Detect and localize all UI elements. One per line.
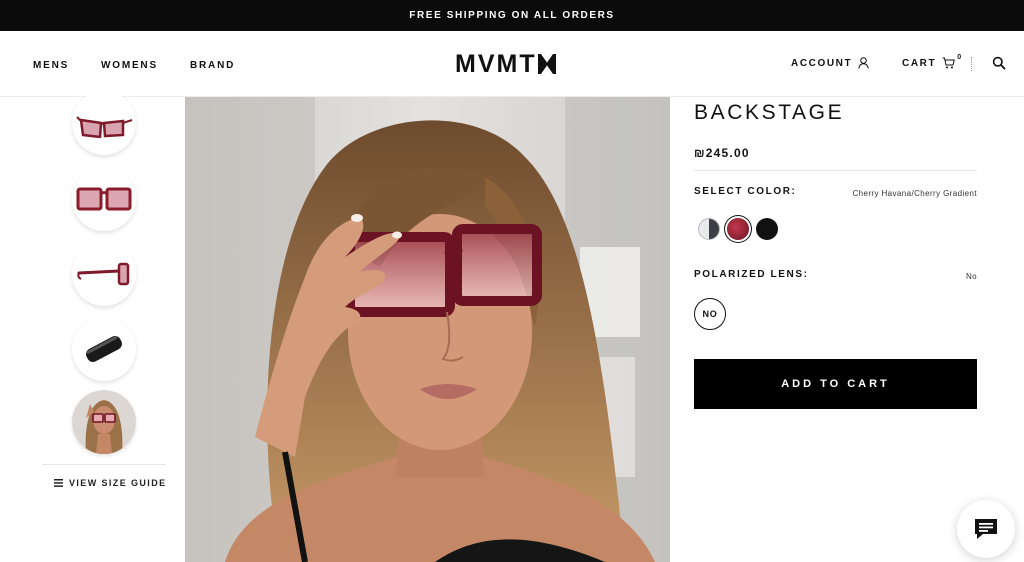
chat-icon (975, 519, 997, 539)
promo-bar: FREE SHIPPING ON ALL ORDERS (0, 0, 1024, 31)
cart-count-badge: 0 (957, 53, 963, 61)
site-logo[interactable]: MVMT (455, 49, 567, 78)
search-icon[interactable] (992, 56, 1006, 70)
thumbnail-model[interactable] (72, 390, 136, 454)
view-size-guide-link[interactable]: VIEW SIZE GUIDE (54, 478, 167, 488)
details-divider (694, 170, 977, 171)
thumbnail-side[interactable] (72, 242, 136, 306)
nav-mens[interactable]: MENS (33, 60, 69, 71)
cart-label: CART (902, 57, 937, 69)
chat-widget-button[interactable] (957, 500, 1015, 558)
cart-link[interactable]: CART 0 (902, 53, 963, 69)
lens-value: No (965, 272, 977, 281)
color-value: Cherry Havana/Cherry Gradient (852, 189, 977, 198)
thumbnail-front[interactable] (72, 167, 136, 231)
product-hero-image[interactable] (185, 97, 670, 562)
nav-brand[interactable]: BRAND (190, 60, 235, 71)
product-price: ₪245.00 (694, 146, 750, 160)
thumbnail-angled[interactable] (72, 91, 136, 155)
cart-icon (942, 57, 956, 69)
lens-label: POLARIZED LENS: (694, 269, 809, 280)
product-title: BACKSTAGE (694, 101, 845, 124)
list-icon (54, 479, 63, 487)
color-swatch-black[interactable] (756, 218, 778, 240)
gallery-divider (42, 464, 166, 465)
color-swatch-cherry[interactable] (727, 218, 749, 240)
site-header: MENS WOMENS BRAND MVMT ACCOUNT CART 0 (0, 31, 1024, 97)
logo-text: MVMT (455, 49, 537, 78)
nav-womens[interactable]: WOMENS (101, 60, 158, 71)
account-link[interactable]: ACCOUNT (791, 57, 869, 69)
color-swatch-grey[interactable] (698, 218, 720, 240)
sunglasses-case-image (86, 336, 122, 362)
size-guide-label: VIEW SIZE GUIDE (69, 478, 167, 488)
add-to-cart-button[interactable]: ADD TO CART (694, 359, 977, 409)
lens-option-no[interactable]: NO (694, 298, 726, 330)
thumbnail-case[interactable] (72, 317, 136, 381)
promo-text: FREE SHIPPING ON ALL ORDERS (409, 10, 615, 21)
sunglasses-front-image (76, 187, 132, 211)
sunglasses-angled-image (76, 116, 133, 138)
header-divider (971, 57, 972, 71)
sunglasses-side-image (77, 262, 130, 286)
logo-mark-icon (537, 54, 556, 74)
color-label: SELECT COLOR: (694, 186, 797, 197)
model-wearing-sunglasses-image (185, 97, 670, 562)
model-thumbnail-image (72, 390, 136, 454)
user-icon (858, 57, 869, 69)
account-label: ACCOUNT (791, 57, 853, 69)
